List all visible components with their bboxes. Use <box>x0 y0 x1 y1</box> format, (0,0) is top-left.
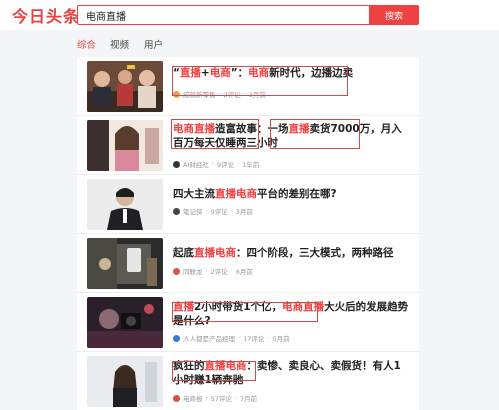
result-item[interactable]: 起底直播电商：四个阶段，三大模式，两种路径 同联龙 · 2评论 · 6月前 <box>77 234 419 293</box>
title-text[interactable]: 四大主流 <box>173 188 215 200</box>
result-comments[interactable]: 17评论 <box>243 333 264 343</box>
source-avatar-icon <box>173 394 180 402</box>
tab-video[interactable]: 视频 <box>110 37 129 51</box>
app-logo[interactable]: 今日头条 <box>12 3 80 27</box>
source-avatar-icon <box>173 267 180 275</box>
top-bar: 今日头条 搜索 <box>0 0 499 30</box>
result-comments[interactable]: 2评论 <box>224 89 241 99</box>
title-keyword-highlight[interactable]: 直播电商 <box>194 247 236 259</box>
title-text[interactable]: + <box>201 67 210 79</box>
search-button[interactable]: 搜索 <box>369 5 419 25</box>
result-comments[interactable]: 57评论 <box>211 393 232 403</box>
result-time: 1年前 <box>242 161 260 169</box>
result-comments[interactable]: 9评论 <box>211 206 228 216</box>
title-keyword-highlight[interactable]: 直播 <box>180 67 201 79</box>
result-meta: 成就新零售 · 2评论 · 3月前 <box>173 89 266 99</box>
result-meta: 电商报 · 57评论 · 7月前 <box>173 393 257 403</box>
result-item[interactable]: 疯狂的直播电商：卖惨、卖良心、卖假货！有人1小时赚1辆奔驰 电商报 · 57评论 … <box>77 352 419 410</box>
title-keyword-highlight[interactable]: 直播电商 <box>205 360 247 372</box>
result-time: 3月前 <box>248 91 266 99</box>
tab-users[interactable]: 用户 <box>144 37 163 51</box>
result-thumbnail[interactable] <box>87 179 163 230</box>
search-input[interactable] <box>77 5 369 25</box>
result-thumbnail[interactable] <box>87 238 163 289</box>
search-results: “直播+电商”：电商新时代，边播边卖 成就新零售 · 2评论 · 3月前 电商直播造… <box>77 57 419 410</box>
title-text[interactable]: 2小时带货1个亿， <box>194 301 282 313</box>
result-time: 5月前 <box>272 335 290 343</box>
source-avatar-icon <box>173 160 180 168</box>
result-time: 6月前 <box>235 268 253 276</box>
title-keyword-highlight[interactable]: 直播 <box>289 123 310 135</box>
result-meta: 同联龙 · 2评论 · 6月前 <box>173 266 253 276</box>
result-item[interactable]: 电商直播造富故事：一场直播卖货7000万，月入百万每天仅睡两三小时 AI财经社 … <box>77 116 419 175</box>
title-text[interactable]: 造富故事：一场 <box>215 123 289 135</box>
result-item[interactable]: 直播2小时带货1个亿，电商直播大火后的发展趋势是什么? 人人都是产品经理 · 17… <box>77 293 419 352</box>
title-text[interactable]: ：四个阶段，三大模式，两种路径 <box>236 247 394 259</box>
result-title[interactable]: “直播+电商”：电商新时代，边播边卖 <box>173 66 411 80</box>
title-keyword-highlight[interactable]: 电商 <box>210 67 231 79</box>
result-time: 7月前 <box>239 395 258 403</box>
result-source[interactable]: 电商报 <box>183 393 203 403</box>
result-thumbnail[interactable] <box>87 61 163 112</box>
result-source[interactable]: 笔记侠 <box>183 206 203 216</box>
result-source[interactable]: 人人都是产品经理 <box>183 333 235 343</box>
result-time: 3月前 <box>235 208 253 216</box>
result-comments[interactable]: 2评论 <box>211 266 228 276</box>
title-text[interactable]: 起底 <box>173 247 194 259</box>
result-source[interactable]: 成就新零售 <box>183 89 216 99</box>
result-item[interactable]: “直播+电商”：电商新时代，边播边卖 成就新零售 · 2评论 · 3月前 <box>77 57 419 116</box>
result-source[interactable]: 同联龙 <box>183 266 203 276</box>
source-avatar-icon <box>173 334 180 342</box>
result-comments[interactable]: 9评论 <box>217 159 234 169</box>
result-title[interactable]: 起底直播电商：四个阶段，三大模式，两种路径 <box>173 246 411 260</box>
result-thumbnail[interactable] <box>87 297 163 348</box>
result-title[interactable]: 疯狂的直播电商：卖惨、卖良心、卖假货！有人1小时赚1辆奔驰 <box>173 359 411 387</box>
title-text[interactable]: 新时代，边播边卖 <box>269 67 353 79</box>
title-text[interactable]: 平台的差别在哪? <box>257 188 337 200</box>
title-text[interactable]: “ <box>173 67 180 79</box>
tab-all[interactable]: 综合 <box>77 37 96 51</box>
title-keyword-highlight[interactable]: 电商 <box>248 67 269 79</box>
title-keyword-highlight[interactable]: 直播 <box>173 301 194 313</box>
title-text[interactable]: ”： <box>231 67 248 79</box>
result-meta: 人人都是产品经理 · 17评论 · 5月前 <box>173 333 290 343</box>
source-avatar-icon <box>173 207 180 215</box>
result-item[interactable]: 四大主流直播电商平台的差别在哪? 笔记侠 · 9评论 · 3月前 <box>77 175 419 234</box>
result-thumbnail[interactable] <box>87 120 163 171</box>
title-keyword-highlight[interactable]: 直播电商 <box>215 188 257 200</box>
result-title[interactable]: 电商直播造富故事：一场直播卖货7000万，月入百万每天仅睡两三小时 <box>173 122 411 150</box>
title-keyword-highlight[interactable]: 电商直播 <box>282 301 324 313</box>
result-meta: AI财经社 · 9评论 · 1年前 <box>173 159 259 169</box>
result-thumbnail[interactable] <box>87 356 163 407</box>
title-text[interactable]: 疯狂的 <box>173 360 205 372</box>
result-source[interactable]: AI财经社 <box>183 159 209 169</box>
result-meta: 笔记侠 · 9评论 · 3月前 <box>173 206 253 216</box>
source-avatar-icon <box>173 90 180 98</box>
title-keyword-highlight[interactable]: 电商直播 <box>173 123 215 135</box>
result-title[interactable]: 直播2小时带货1个亿，电商直播大火后的发展趋势是什么? <box>173 300 411 328</box>
result-title[interactable]: 四大主流直播电商平台的差别在哪? <box>173 187 411 201</box>
